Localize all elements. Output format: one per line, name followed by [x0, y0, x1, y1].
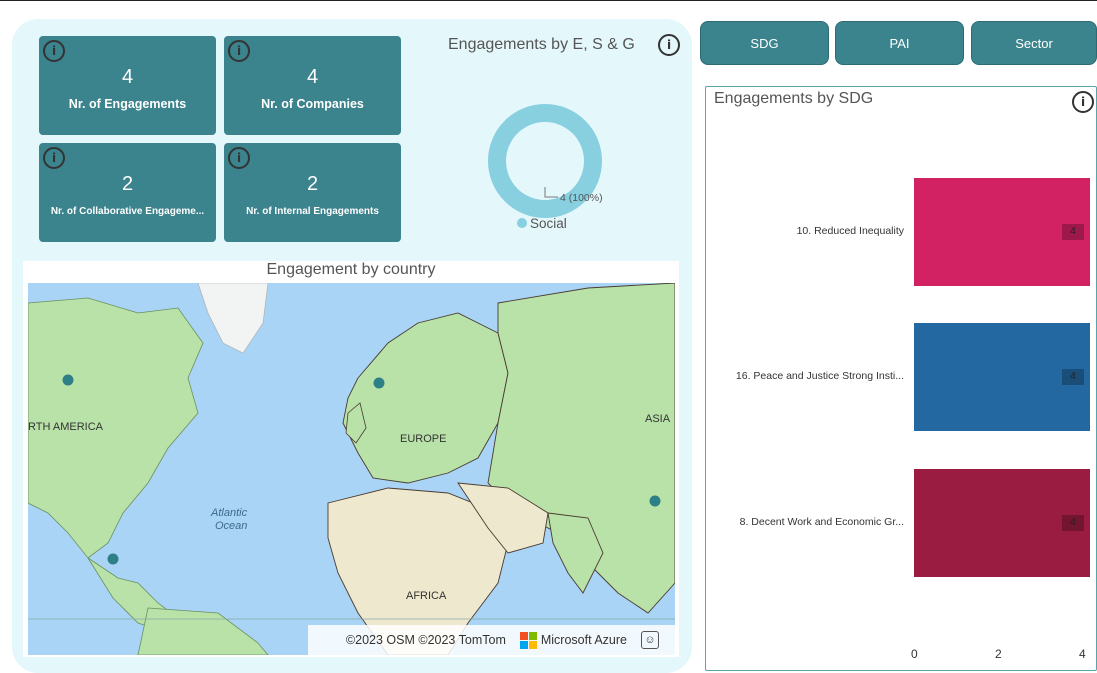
feedback-smiley-icon[interactable]: ☺	[641, 631, 659, 649]
tab-sdg[interactable]: SDG	[700, 21, 829, 65]
info-icon[interactable]: i	[658, 34, 680, 56]
legend-marker	[517, 218, 527, 228]
kpi-card-companies[interactable]: i 4 Nr. of Companies	[224, 36, 401, 135]
map-canvas: RTH AMERICA EUROPE ASIA AFRICA Atlantic …	[28, 283, 675, 655]
donut-chart-title: Engagements by E, S & G	[448, 36, 635, 53]
kpi-card-internal[interactable]: i 2 Nr. of Internal Engagements	[224, 143, 401, 242]
map-card: Engagement by country RTH AMERICA EUROPE…	[23, 261, 679, 657]
kpi-label: Nr. of Companies	[261, 97, 364, 111]
kpi-card-collaborative[interactable]: i 2 Nr. of Collaborative Engageme...	[39, 143, 216, 242]
donut-chart: 4 (100%) Social	[488, 104, 603, 231]
microsoft-azure-brand: Microsoft Azure	[519, 631, 627, 649]
info-icon[interactable]: i	[228, 147, 250, 169]
map-copyright: ©2023 OSM ©2023 TomTom	[345, 633, 506, 647]
map-marker[interactable]	[649, 495, 661, 507]
kpi-value: 2	[121, 173, 134, 195]
donut-leader-line	[544, 187, 558, 198]
tab-pai[interactable]: PAI	[835, 21, 964, 65]
microsoft-logo-icon	[519, 631, 537, 649]
world-map[interactable]: RTH AMERICA EUROPE ASIA AFRICA Atlantic …	[28, 283, 675, 655]
sdg-data-label: 4	[1062, 369, 1084, 385]
sdg-data-label: 4	[1062, 515, 1084, 531]
kpi-value: 4	[306, 66, 319, 88]
map-marker[interactable]	[373, 377, 385, 389]
info-icon[interactable]: i	[43, 147, 65, 169]
map-label-ocean: Ocean	[215, 520, 247, 532]
map-label-europe: EUROPE	[400, 433, 446, 445]
map-label-atlantic: Atlantic	[210, 507, 248, 519]
x-axis-tick: 4	[1079, 647, 1086, 661]
kpi-label: Nr. of Internal Engagements	[246, 206, 379, 217]
info-icon[interactable]: i	[43, 40, 65, 62]
map-label-asia: ASIA	[645, 413, 671, 425]
kpi-value: 4	[121, 66, 134, 88]
tab-sector[interactable]: Sector	[971, 21, 1097, 65]
kpi-value: 2	[306, 173, 319, 195]
info-icon[interactable]: i	[228, 40, 250, 62]
map-label-north-america: RTH AMERICA	[28, 421, 104, 433]
x-axis-tick: 0	[911, 647, 918, 661]
sdg-category-label: 16. Peace and Justice Strong Insti...	[735, 370, 904, 382]
dashboard: i 4 Nr. of Engagements i 4 Nr. of Compan…	[0, 0, 1097, 673]
map-marker[interactable]	[107, 553, 119, 565]
x-axis-tick: 2	[995, 647, 1002, 661]
sdg-chart-card: Engagements by SDG i 10. Reduced Inequal…	[705, 86, 1097, 671]
map-attribution: ©2023 OSM ©2023 TomTom Microsoft Azure ☺	[308, 625, 675, 655]
map-marker[interactable]	[62, 374, 74, 386]
sdg-category-label: 10. Reduced Inequality	[796, 225, 904, 237]
kpi-label: Nr. of Engagements	[68, 97, 187, 111]
brand-label: Microsoft Azure	[540, 632, 627, 647]
kpi-label: Nr. of Collaborative Engageme...	[50, 206, 205, 217]
map-label-africa: AFRICA	[406, 590, 447, 602]
legend-label-social[interactable]: Social	[530, 216, 567, 231]
sdg-data-label: 4	[1062, 224, 1084, 240]
sdg-chart-title: Engagements by SDG	[714, 90, 874, 107]
kpi-card-engagements[interactable]: i 4 Nr. of Engagements	[39, 36, 216, 135]
info-icon[interactable]: i	[1072, 91, 1094, 113]
donut-data-label: 4 (100%)	[560, 192, 603, 204]
map-title: Engagement by country	[266, 261, 436, 278]
sdg-category-label: 8. Decent Work and Economic Gr...	[739, 516, 904, 528]
